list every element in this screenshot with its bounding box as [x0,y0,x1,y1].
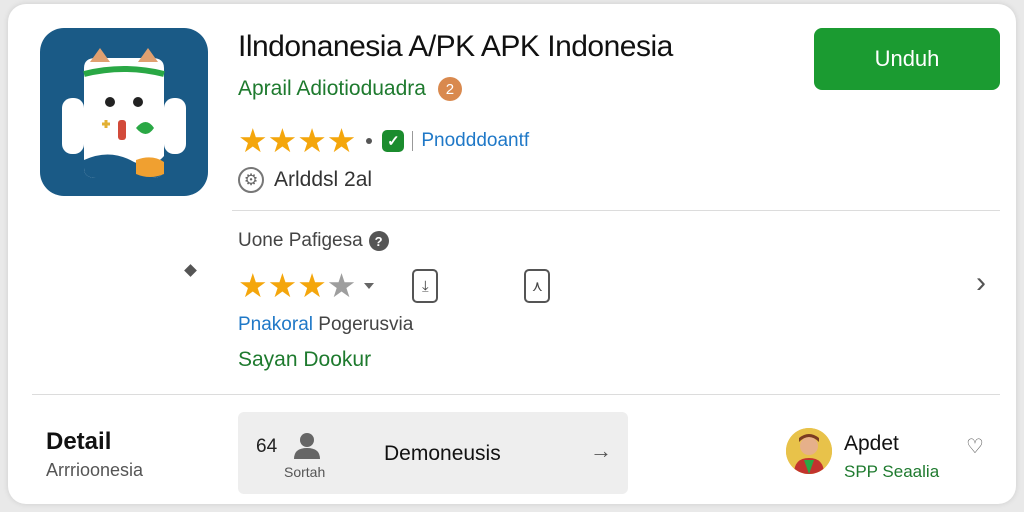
check-icon: ✓ [382,130,405,152]
install-button[interactable]: Unduh [814,28,1000,90]
star-icon: ★ [326,122,357,159]
reviews-label: Uone Pafigesa [238,230,363,251]
badge-icon: 2 [437,77,462,101]
gear-icon: ⚙ [238,167,264,193]
details-chip[interactable]: 64 Sortah Demoneusis → [238,412,628,494]
left-indicator-icon [184,264,197,277]
android-mascot-icon [62,48,186,178]
app-title: Ilndonanesia A/PK APK Indonesia [238,30,673,63]
arrow-right-icon[interactable]: → [590,438,612,464]
developer-row: Aprail Adiotioduadra 2 [238,76,462,102]
share-icon[interactable]: ⋏ [524,269,551,303]
chip-sub: Sortah [284,464,326,480]
separator [412,131,414,151]
phone-icon[interactable]: ⤓ [412,269,439,303]
rating-row: ★ ★ ★ ★ ✓ Pnodddoantf [238,124,529,158]
chevron-right-icon[interactable]: › [976,266,986,300]
details-title: Detail [46,428,112,455]
safety-link[interactable]: Sayan Dookur [238,348,371,372]
version-row: ⚙ Arlddsl 2al [238,164,372,196]
star-icon[interactable]: ★ [238,269,268,303]
permissions-text[interactable]: Pnakoral Pogerusvia [238,314,413,336]
star-icon[interactable]: ★ [268,269,298,303]
star-icon[interactable]: ★ [297,269,327,303]
category-link[interactable]: Pnodddoantf [421,130,529,152]
person-icon [294,433,320,459]
divider [32,394,1000,395]
app-icon[interactable] [40,28,208,196]
star-icon[interactable]: ★ [327,269,357,303]
update-subtitle[interactable]: SPP Seaalia [844,462,939,482]
update-title: Apdet [844,432,899,455]
app-card: Ilndonanesia A/PK APK Indonesia Aprail A… [8,4,1016,504]
help-icon[interactable]: ? [368,231,389,251]
star-icon: ★ [267,122,298,159]
separator-dot [366,138,373,144]
divider [232,210,1000,211]
user-rating-row: ★ ★ ★ ★ ⤓ ⋏ [238,266,551,306]
chip-count: 64 [256,436,278,457]
star-icon: ★ [297,122,327,159]
heart-icon[interactable]: ♡ [966,434,984,459]
avatar[interactable] [786,428,832,474]
permissions-label: Pogerusvia [318,314,414,335]
details-subtitle: Arrrioonesia [46,460,144,480]
chip-text: Demoneusis [384,442,501,465]
star-icon: ★ [238,122,268,159]
avatar-image [786,428,832,474]
chevron-down-icon[interactable] [364,283,375,289]
version-text: Arlddsl 2al [274,168,373,191]
reviews-header: Uone Pafigesa ? [238,228,389,254]
permissions-prefix[interactable]: Pnakoral [238,314,313,335]
developer-link[interactable]: Aprail Adiotioduadra [238,77,426,101]
